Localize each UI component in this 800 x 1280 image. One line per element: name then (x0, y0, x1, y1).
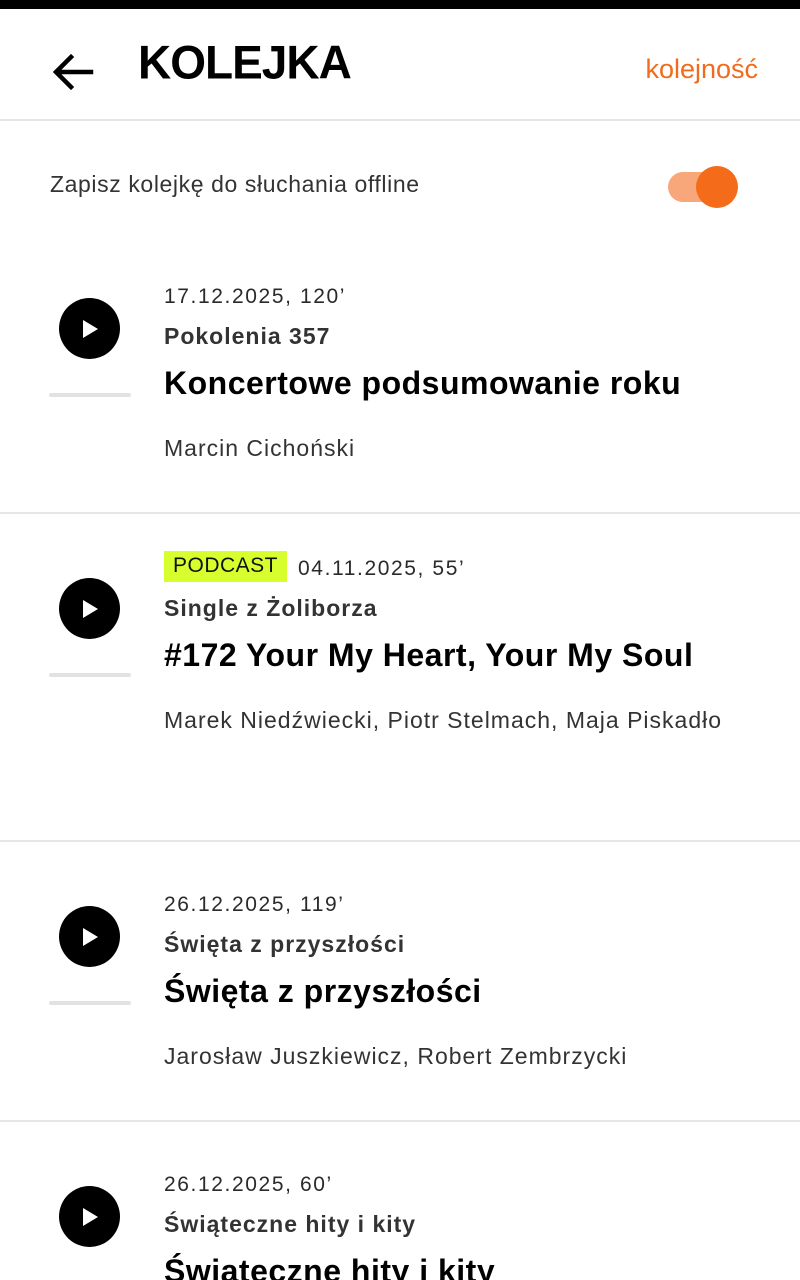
item-title: Święta z przyszłości (164, 973, 482, 1009)
queue-item[interactable]: 17.12.2025, 120’ Pokolenia 357 Koncertow… (0, 250, 800, 514)
queue-item[interactable]: PODCAST 04.11.2025, 55’ Single z Żolibor… (0, 514, 800, 842)
item-series: Święta z przyszłości (164, 931, 406, 957)
item-details: 17.12.2025, 120’ Pokolenia 357 Koncertow… (164, 274, 760, 473)
item-series: Pokolenia 357 (164, 323, 331, 349)
queue-list: 17.12.2025, 120’ Pokolenia 357 Koncertow… (0, 250, 800, 1280)
item-date: 26.12.2025, 60’ (164, 1173, 333, 1196)
podcast-badge: PODCAST (164, 551, 288, 582)
play-icon (82, 1207, 98, 1226)
queue-item[interactable]: 26.12.2025, 60’ Świąteczne hity i kity Ś… (0, 1122, 800, 1280)
item-series: Single z Żoliborza (164, 595, 378, 621)
queue-item[interactable]: 26.12.2025, 119’ Święta z przyszłości Św… (0, 842, 800, 1122)
item-title: #172 Your My Heart, Your My Soul (164, 637, 694, 673)
item-details: 26.12.2025, 60’ Świąteczne hity i kity Ś… (164, 1162, 760, 1280)
item-series: Świąteczne hity i kity (164, 1211, 417, 1237)
item-details: PODCAST 04.11.2025, 55’ Single z Żolibor… (164, 546, 760, 745)
play-icon (82, 319, 98, 338)
item-meta: PODCAST 04.11.2025, 55’ (164, 546, 760, 582)
progress-track (49, 393, 131, 397)
toggle-thumb (696, 166, 738, 208)
offline-toggle[interactable] (666, 166, 738, 208)
offline-setting-row: Zapisz kolejkę do słuchania offline (0, 150, 800, 222)
progress-track (49, 1001, 131, 1005)
item-date: 04.11.2025, 55’ (298, 557, 466, 580)
item-title: Świąteczne hity i kity (164, 1253, 496, 1280)
play-button[interactable] (59, 1186, 120, 1247)
play-button[interactable] (59, 906, 120, 967)
order-link[interactable]: kolejność (645, 54, 758, 85)
item-date: 26.12.2025, 119’ (164, 893, 345, 916)
arrow-left-icon (52, 53, 94, 91)
item-details: 26.12.2025, 119’ Święta z przyszłości Św… (164, 882, 760, 1081)
back-button[interactable] (48, 49, 98, 95)
item-date: 17.12.2025, 120’ (164, 285, 347, 308)
play-icon (82, 599, 98, 618)
app-header: KOLEJKA kolejność (0, 9, 800, 121)
play-icon (82, 927, 98, 946)
play-button[interactable] (59, 578, 120, 639)
item-meta: 17.12.2025, 120’ (164, 274, 760, 310)
play-button[interactable] (59, 298, 120, 359)
item-hosts: Jarosław Juszkiewicz, Robert Zembrzycki (164, 1043, 628, 1069)
page-title: KOLEJKA (138, 35, 352, 89)
progress-track (49, 673, 131, 677)
item-meta: 26.12.2025, 119’ (164, 882, 760, 918)
item-title: Koncertowe podsumowanie roku (164, 365, 682, 401)
offline-label: Zapisz kolejkę do słuchania offline (50, 171, 420, 197)
item-hosts: Marek Niedźwiecki, Piotr Stelmach, Maja … (164, 707, 723, 733)
item-hosts: Marcin Cichoński (164, 435, 356, 461)
item-meta: 26.12.2025, 60’ (164, 1162, 760, 1198)
status-bar (0, 0, 800, 9)
